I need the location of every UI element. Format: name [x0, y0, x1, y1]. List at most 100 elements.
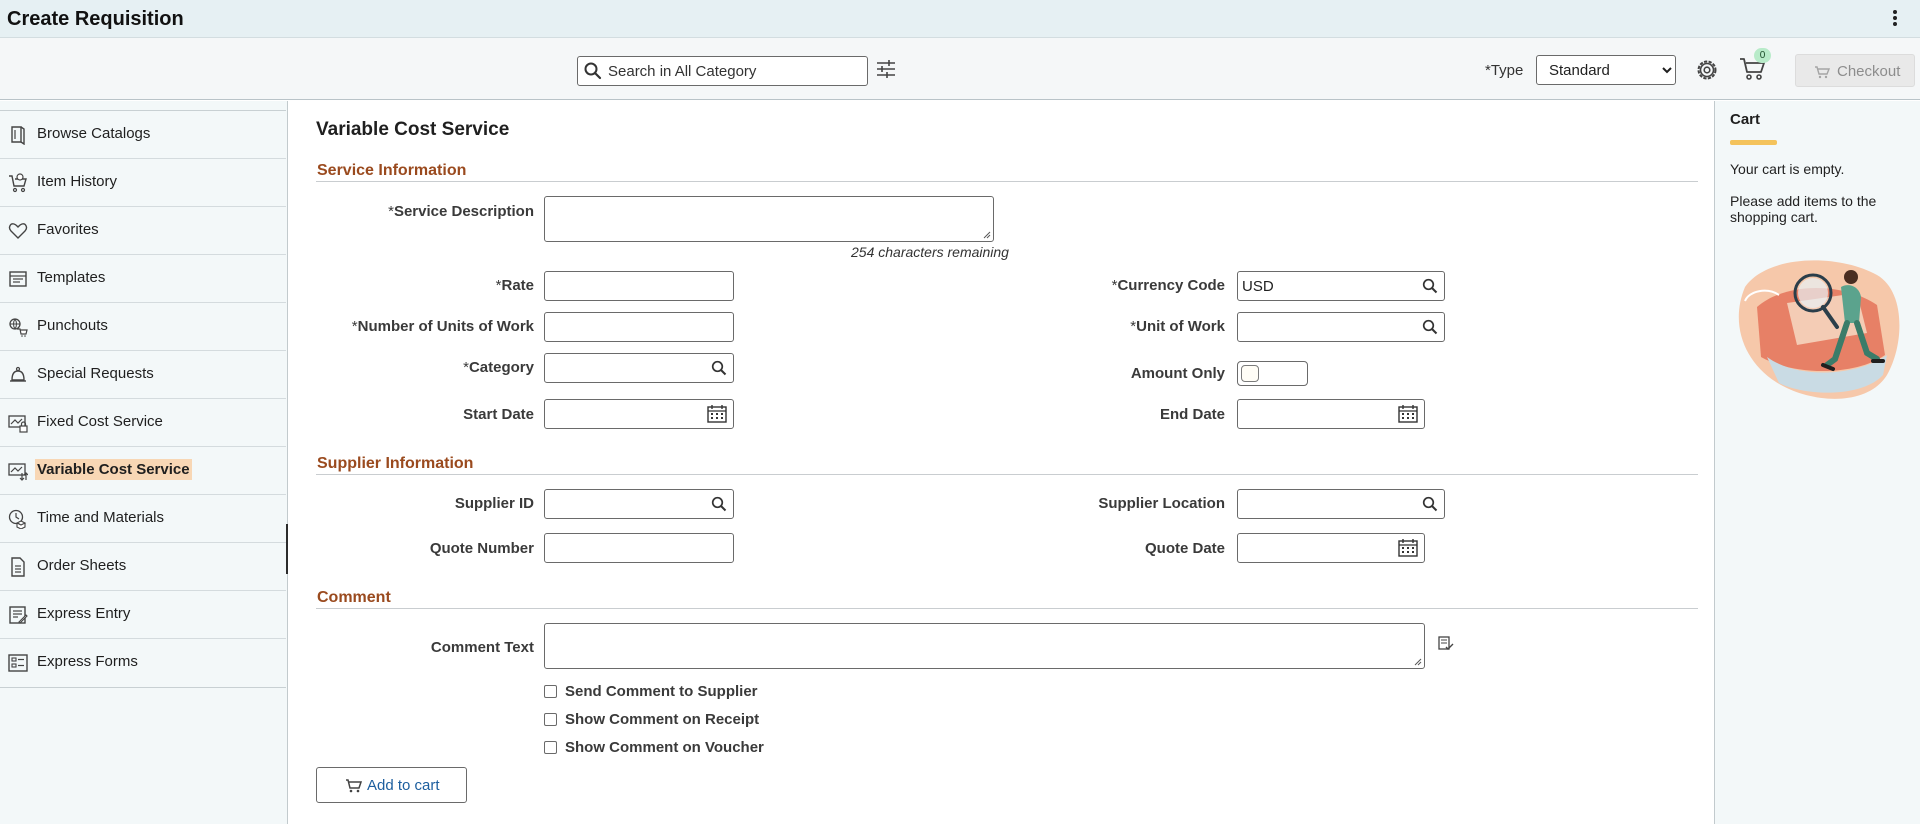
- comment-header: Comment: [316, 589, 1698, 609]
- supplier-location-input[interactable]: [1242, 494, 1412, 514]
- sidebar-item-label: Templates: [37, 269, 106, 286]
- amount-only-toggle[interactable]: [1237, 361, 1308, 386]
- sidebar-item-time-and-materials[interactable]: Time and Materials: [0, 495, 286, 543]
- title-bar: Create Requisition: [0, 0, 1920, 38]
- search-icon: [584, 62, 602, 80]
- checkout-label: Checkout: [1837, 63, 1901, 80]
- comment-text-input[interactable]: [545, 624, 1424, 668]
- service-description-label: *Service Description: [388, 203, 534, 220]
- sidebar-item-item-history[interactable]: Item History: [0, 159, 286, 207]
- number-of-units-input[interactable]: [549, 317, 729, 337]
- cart-title-accent: [1730, 140, 1777, 145]
- supplier-location-label: Supplier Location: [1098, 495, 1225, 512]
- quote-date-label: Quote Date: [1144, 540, 1225, 557]
- sidebar-item-favorites[interactable]: Favorites: [0, 207, 286, 255]
- cart-empty-text: Your cart is empty.: [1730, 161, 1845, 177]
- amount-only-label: Amount Only: [1130, 365, 1225, 382]
- book-icon: [11, 126, 25, 145]
- sidebar-menu: Browse Catalogs Item History Favorites T…: [0, 110, 286, 688]
- cart-count-badge: 0: [1754, 48, 1771, 63]
- quote-number-label: Quote Number: [429, 540, 534, 557]
- sidebar-item-templates[interactable]: Templates: [0, 255, 286, 303]
- sidebar-item-label: Time and Materials: [37, 509, 164, 526]
- calendar-icon[interactable]: [1398, 405, 1418, 423]
- currency-code-field[interactable]: [1237, 271, 1445, 301]
- filter-settings-icon[interactable]: [876, 60, 896, 78]
- sidebar-item-browse-catalogs[interactable]: Browse Catalogs: [0, 111, 286, 159]
- lookup-search-icon[interactable]: [1422, 278, 1438, 294]
- start-date-field[interactable]: [544, 399, 734, 429]
- rate-input[interactable]: [549, 276, 729, 296]
- search-input[interactable]: [608, 61, 858, 81]
- sidebar-item-fixed-cost-service[interactable]: Fixed Cost Service: [0, 399, 286, 447]
- start-date-input[interactable]: [549, 404, 699, 424]
- quote-date-input[interactable]: [1242, 538, 1392, 558]
- show-comment-on-receipt-label[interactable]: Show Comment on Receipt: [565, 711, 759, 728]
- send-comment-to-supplier-checkbox[interactable]: [544, 685, 557, 698]
- resize-grip-icon[interactable]: [983, 231, 991, 239]
- resize-grip-icon[interactable]: [1414, 658, 1422, 666]
- unit-of-work-label: *Unit of Work: [1130, 318, 1225, 335]
- toggle-knob: [1241, 365, 1259, 382]
- quote-date-field[interactable]: [1237, 533, 1425, 563]
- bell-icon: [10, 366, 26, 382]
- gear-icon[interactable]: [1695, 58, 1719, 82]
- service-description-input[interactable]: [545, 197, 993, 241]
- service-information-header: Service Information: [316, 162, 1698, 182]
- currency-code-label: *Currency Code: [1111, 277, 1225, 294]
- sidebar-item-punchouts[interactable]: Punchouts: [0, 303, 286, 351]
- sidebar: Browse Catalogs Item History Favorites T…: [0, 101, 288, 824]
- category-label: *Category: [463, 359, 534, 376]
- service-description-field[interactable]: [544, 196, 994, 242]
- sidebar-item-special-requests[interactable]: Special Requests: [0, 351, 286, 399]
- sidebar-item-label: Special Requests: [37, 365, 154, 382]
- end-date-field[interactable]: [1237, 399, 1425, 429]
- form-icon: [8, 654, 28, 672]
- spell-check-icon[interactable]: [1438, 636, 1454, 652]
- rate-field[interactable]: [544, 271, 734, 301]
- variable-cost-icon: [8, 463, 28, 481]
- currency-code-input[interactable]: [1242, 276, 1412, 296]
- toolbar: *Type Standard 0 Checkout: [0, 38, 1920, 100]
- supplier-location-field[interactable]: [1237, 489, 1445, 519]
- page-header-title: Create Requisition: [7, 8, 184, 30]
- send-comment-to-supplier-label[interactable]: Send Comment to Supplier: [565, 683, 758, 700]
- sidebar-item-order-sheets[interactable]: Order Sheets: [0, 543, 286, 591]
- quote-number-field[interactable]: [544, 533, 734, 563]
- lookup-search-icon[interactable]: [711, 496, 727, 512]
- type-select[interactable]: Standard: [1536, 55, 1676, 85]
- quote-number-input[interactable]: [549, 538, 729, 558]
- show-comment-on-receipt-checkbox[interactable]: [544, 713, 557, 726]
- show-comment-on-voucher-label[interactable]: Show Comment on Voucher: [565, 739, 764, 756]
- lookup-search-icon[interactable]: [1422, 319, 1438, 335]
- calendar-icon[interactable]: [707, 405, 727, 423]
- characters-remaining: 254 characters remaining: [851, 244, 1009, 260]
- add-cart-icon: [346, 779, 362, 793]
- sidebar-item-variable-cost-service[interactable]: Variable Cost Service: [0, 447, 286, 495]
- sidebar-item-express-entry[interactable]: Express Entry: [0, 591, 286, 639]
- sidebar-item-label: Express Entry: [37, 605, 131, 622]
- cart-history-icon: [9, 173, 27, 193]
- lookup-search-icon[interactable]: [711, 360, 727, 376]
- sidebar-item-express-forms[interactable]: Express Forms: [0, 639, 286, 687]
- rate-label: *Rate: [495, 277, 534, 294]
- comment-text-field[interactable]: [544, 623, 1425, 669]
- unit-of-work-field[interactable]: [1237, 312, 1445, 342]
- checkout-button[interactable]: Checkout: [1795, 54, 1915, 87]
- unit-of-work-input[interactable]: [1242, 317, 1412, 337]
- supplier-id-field[interactable]: [544, 489, 734, 519]
- more-options-icon[interactable]: [1892, 9, 1898, 29]
- add-to-cart-button[interactable]: Add to cart: [316, 767, 467, 803]
- cart-panel: Cart Your cart is empty. Please add item…: [1714, 101, 1920, 824]
- show-comment-on-voucher-checkbox[interactable]: [544, 741, 557, 754]
- category-field[interactable]: [544, 353, 734, 383]
- supplier-id-input[interactable]: [549, 494, 699, 514]
- section-title: Supplier Information: [317, 455, 474, 472]
- search-box[interactable]: [577, 56, 868, 86]
- end-date-input[interactable]: [1242, 404, 1392, 424]
- number-of-units-field[interactable]: [544, 312, 734, 342]
- category-input[interactable]: [549, 358, 699, 378]
- supplier-id-label: Supplier ID: [454, 495, 534, 512]
- calendar-icon[interactable]: [1398, 539, 1418, 557]
- lookup-search-icon[interactable]: [1422, 496, 1438, 512]
